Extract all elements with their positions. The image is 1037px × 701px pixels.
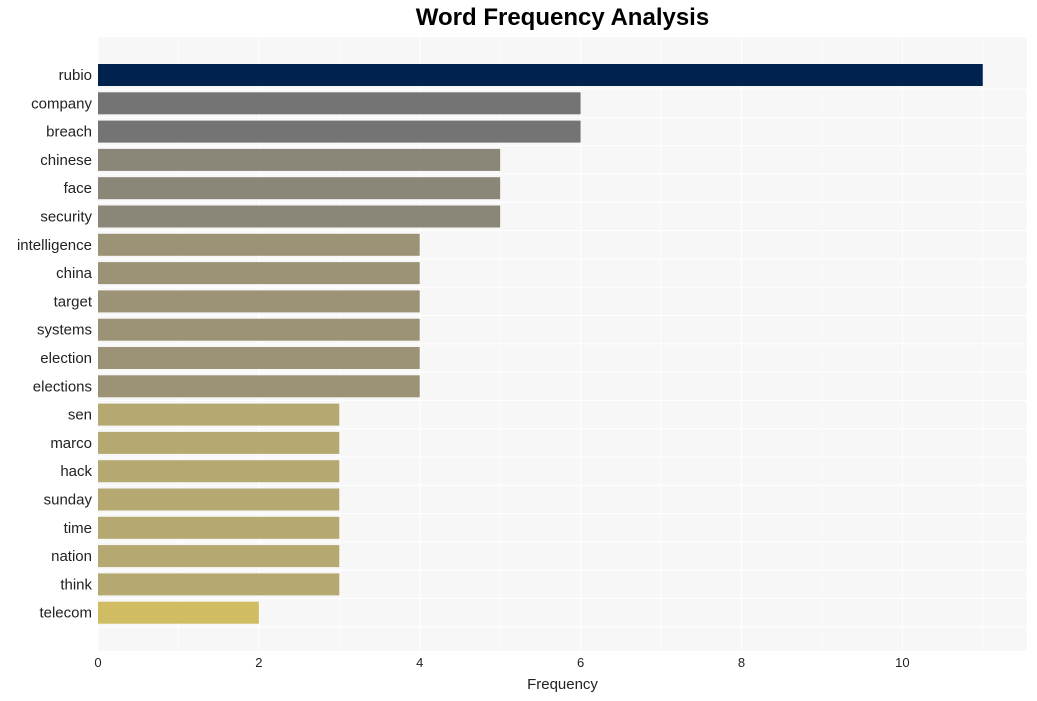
bar-china (98, 262, 420, 285)
y-tick-label: nation (51, 548, 92, 565)
y-tick-label: election (40, 350, 92, 367)
y-tick-label: sen (68, 407, 92, 424)
y-tick-label: security (40, 209, 92, 226)
y-tick-label: face (64, 180, 92, 197)
x-tick-label: 8 (738, 655, 745, 670)
y-tick-label: sunday (44, 492, 93, 509)
bar-intelligence (98, 233, 420, 256)
y-tick-label: telecom (39, 605, 92, 622)
y-tick-label: target (54, 293, 93, 310)
y-tick-label: intelligence (17, 237, 92, 254)
x-tick-labels: 0 2 4 6 8 10 (94, 655, 909, 670)
y-tick-label: systems (37, 322, 92, 339)
x-axis-label: Frequency (527, 676, 598, 693)
x-tick-label: 0 (94, 655, 101, 670)
bar-elections (98, 375, 420, 398)
y-tick-label: time (64, 520, 92, 537)
y-tick-label: rubio (59, 67, 92, 84)
bar-nation (98, 545, 340, 568)
y-tick-label: china (56, 265, 93, 282)
bar-systems (98, 318, 420, 341)
bar-breach (98, 120, 581, 143)
bar-security (98, 205, 501, 228)
bar-company (98, 92, 581, 115)
y-tick-label: breach (46, 124, 92, 141)
y-tick-label: chinese (40, 152, 92, 169)
bar-face (98, 177, 501, 200)
bar-time (98, 516, 340, 539)
x-tick-label: 2 (255, 655, 262, 670)
x-tick-label: 4 (416, 655, 423, 670)
bar-chinese (98, 148, 501, 171)
bar-sunday (98, 488, 340, 511)
bar-target (98, 290, 420, 313)
y-tick-label: elections (33, 378, 92, 395)
bar-think (98, 573, 340, 596)
bar-telecom (98, 601, 259, 624)
bar-chart: rubio company breach chinese face security int… (17, 37, 1027, 693)
y-tick-labels: rubio company breach chinese face security int… (17, 67, 93, 622)
y-tick-label: marco (50, 435, 92, 452)
bar-rubio (98, 64, 983, 86)
bar-marco (98, 431, 340, 454)
bar-hack (98, 460, 340, 483)
x-tick-label: 10 (895, 655, 909, 670)
x-tick-label: 6 (577, 655, 584, 670)
y-tick-label: think (60, 576, 92, 593)
y-tick-label: hack (60, 463, 92, 480)
bar-election (98, 347, 420, 369)
bar-sen (98, 403, 340, 426)
y-tick-label: company (31, 95, 92, 112)
